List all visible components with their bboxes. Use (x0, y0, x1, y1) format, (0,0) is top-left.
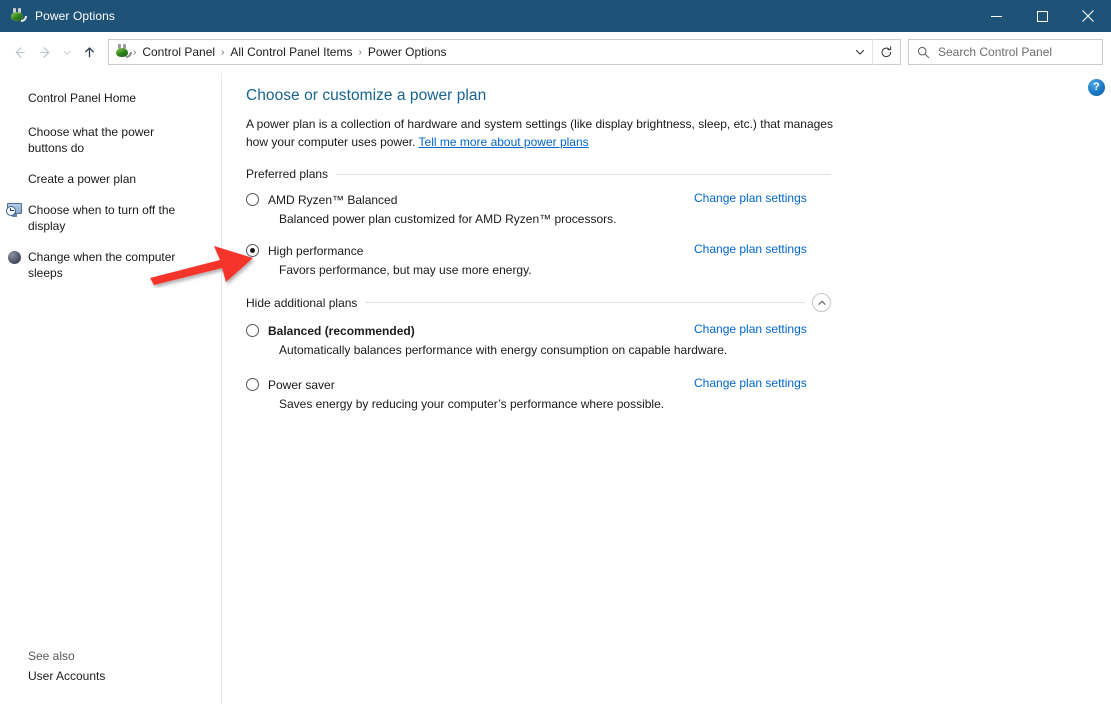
page-description: A power plan is a collection of hardware… (246, 115, 836, 151)
breadcrumb-all-control-panel-items[interactable]: All Control Panel Items (226, 42, 356, 62)
radio-power-saver[interactable] (246, 378, 259, 391)
plan-row-amd-ryzen-balanced[interactable]: AMD Ryzen™ Balanced Balanced power plan … (246, 191, 816, 227)
breadcrumb-control-panel[interactable]: Control Panel (138, 42, 219, 62)
radio-amd-ryzen-balanced[interactable] (246, 193, 259, 206)
sidebar-item-power-buttons[interactable]: Choose what the power buttons do (0, 121, 200, 159)
refresh-icon[interactable] (872, 39, 900, 65)
power-plug-icon (10, 8, 27, 24)
forward-button[interactable] (32, 39, 58, 65)
search-input[interactable] (938, 45, 1078, 59)
hide-additional-plans-label: Hide additional plans (246, 295, 358, 310)
page-title: Choose or customize a power plan (246, 87, 487, 104)
search-icon (917, 46, 930, 59)
see-also-title: See also (28, 649, 75, 663)
additional-plans-header: Hide additional plans (246, 293, 831, 312)
moon-sleep-icon (7, 249, 23, 265)
plan-name[interactable]: AMD Ryzen™ Balanced (268, 192, 397, 208)
change-plan-settings-link-power-saver[interactable]: Change plan settings (694, 376, 807, 390)
sidebar-item-label: Change when the computer sleeps (28, 250, 176, 280)
window-title: Power Options (35, 9, 116, 23)
additional-plans-list: Balanced (recommended) Automatically bal… (246, 322, 1087, 412)
plan-row-balanced-recommended[interactable]: Balanced (recommended) Automatically bal… (246, 322, 816, 358)
content-area: Control Panel Home Choose what the power… (0, 73, 1111, 704)
preferred-plans-list: AMD Ryzen™ Balanced Balanced power plan … (246, 191, 1087, 278)
plan-description: Favors performance, but may use more ene… (279, 263, 532, 277)
plan-description: Automatically balances performance with … (279, 343, 728, 357)
address-bar[interactable]: › Control Panel › All Control Panel Item… (108, 39, 901, 65)
sidebar-item-label: Choose what the power buttons do (28, 125, 155, 155)
change-plan-settings-link-amd-ryzen-balanced[interactable]: Change plan settings (694, 191, 807, 205)
breadcrumb-separator: › (358, 46, 362, 58)
sidebar: Control Panel Home Choose what the power… (0, 73, 222, 704)
tell-me-more-link[interactable]: Tell me more about power plans (419, 135, 589, 149)
plan-description: Balanced power plan customized for AMD R… (279, 212, 617, 226)
sidebar-item-turn-off-display[interactable]: Choose when to turn off the display (0, 199, 200, 237)
change-plan-settings-link-balanced-recommended[interactable]: Change plan settings (694, 322, 807, 336)
sidebar-item-create-power-plan[interactable]: Create a power plan (0, 168, 200, 190)
change-plan-settings-link-high-performance[interactable]: Change plan settings (694, 242, 807, 256)
plan-name[interactable]: Power saver (268, 377, 335, 393)
chevron-down-icon[interactable] (848, 40, 872, 64)
close-button[interactable] (1065, 0, 1111, 32)
main-content: ? Choose or customize a power plan A pow… (222, 73, 1111, 704)
title-bar: Power Options (0, 0, 1111, 32)
plan-row-high-performance[interactable]: High performance Favors performance, but… (246, 242, 816, 278)
up-button[interactable] (76, 39, 102, 65)
preferred-plans-header: Preferred plans (246, 167, 831, 181)
breadcrumb-separator: › (221, 46, 225, 58)
chevron-up-icon[interactable] (812, 293, 831, 312)
see-also-section: See also User Accounts (0, 649, 222, 704)
window-controls (973, 0, 1111, 32)
plan-name[interactable]: Balanced (recommended) (268, 323, 415, 339)
plan-description: Saves energy by reducing your computer’s… (279, 397, 665, 411)
display-clock-icon (6, 202, 23, 218)
header-rule (336, 173, 831, 175)
plan-row-power-saver[interactable]: Power saver Saves energy by reducing you… (246, 376, 816, 412)
radio-balanced-recommended[interactable] (246, 324, 259, 337)
sidebar-item-control-panel-home[interactable]: Control Panel Home (0, 87, 200, 109)
plan-name[interactable]: High performance (268, 243, 363, 259)
navigation-bar: › Control Panel › All Control Panel Item… (0, 32, 1111, 73)
breadcrumb-separator: › (133, 46, 137, 58)
preferred-plans-label: Preferred plans (246, 167, 329, 181)
recent-locations-button[interactable] (58, 39, 76, 65)
sidebar-item-label: Create a power plan (28, 172, 137, 186)
maximize-button[interactable] (1019, 0, 1065, 32)
breadcrumb-plug-icon (115, 44, 132, 60)
back-button[interactable] (6, 39, 32, 65)
header-rule (365, 302, 805, 303)
see-also-link-user-accounts[interactable]: User Accounts (0, 666, 222, 686)
sidebar-item-computer-sleeps[interactable]: Change when the computer sleeps (0, 246, 200, 284)
minimize-button[interactable] (973, 0, 1019, 32)
radio-high-performance[interactable] (246, 244, 259, 257)
power-options-window: Power Options › Control Panel › All Cont… (0, 0, 1111, 704)
breadcrumb-power-options[interactable]: Power Options (364, 42, 451, 62)
sidebar-item-label: Choose when to turn off the display (28, 203, 176, 233)
help-button[interactable]: ? (1088, 79, 1105, 96)
search-box[interactable] (908, 39, 1103, 65)
